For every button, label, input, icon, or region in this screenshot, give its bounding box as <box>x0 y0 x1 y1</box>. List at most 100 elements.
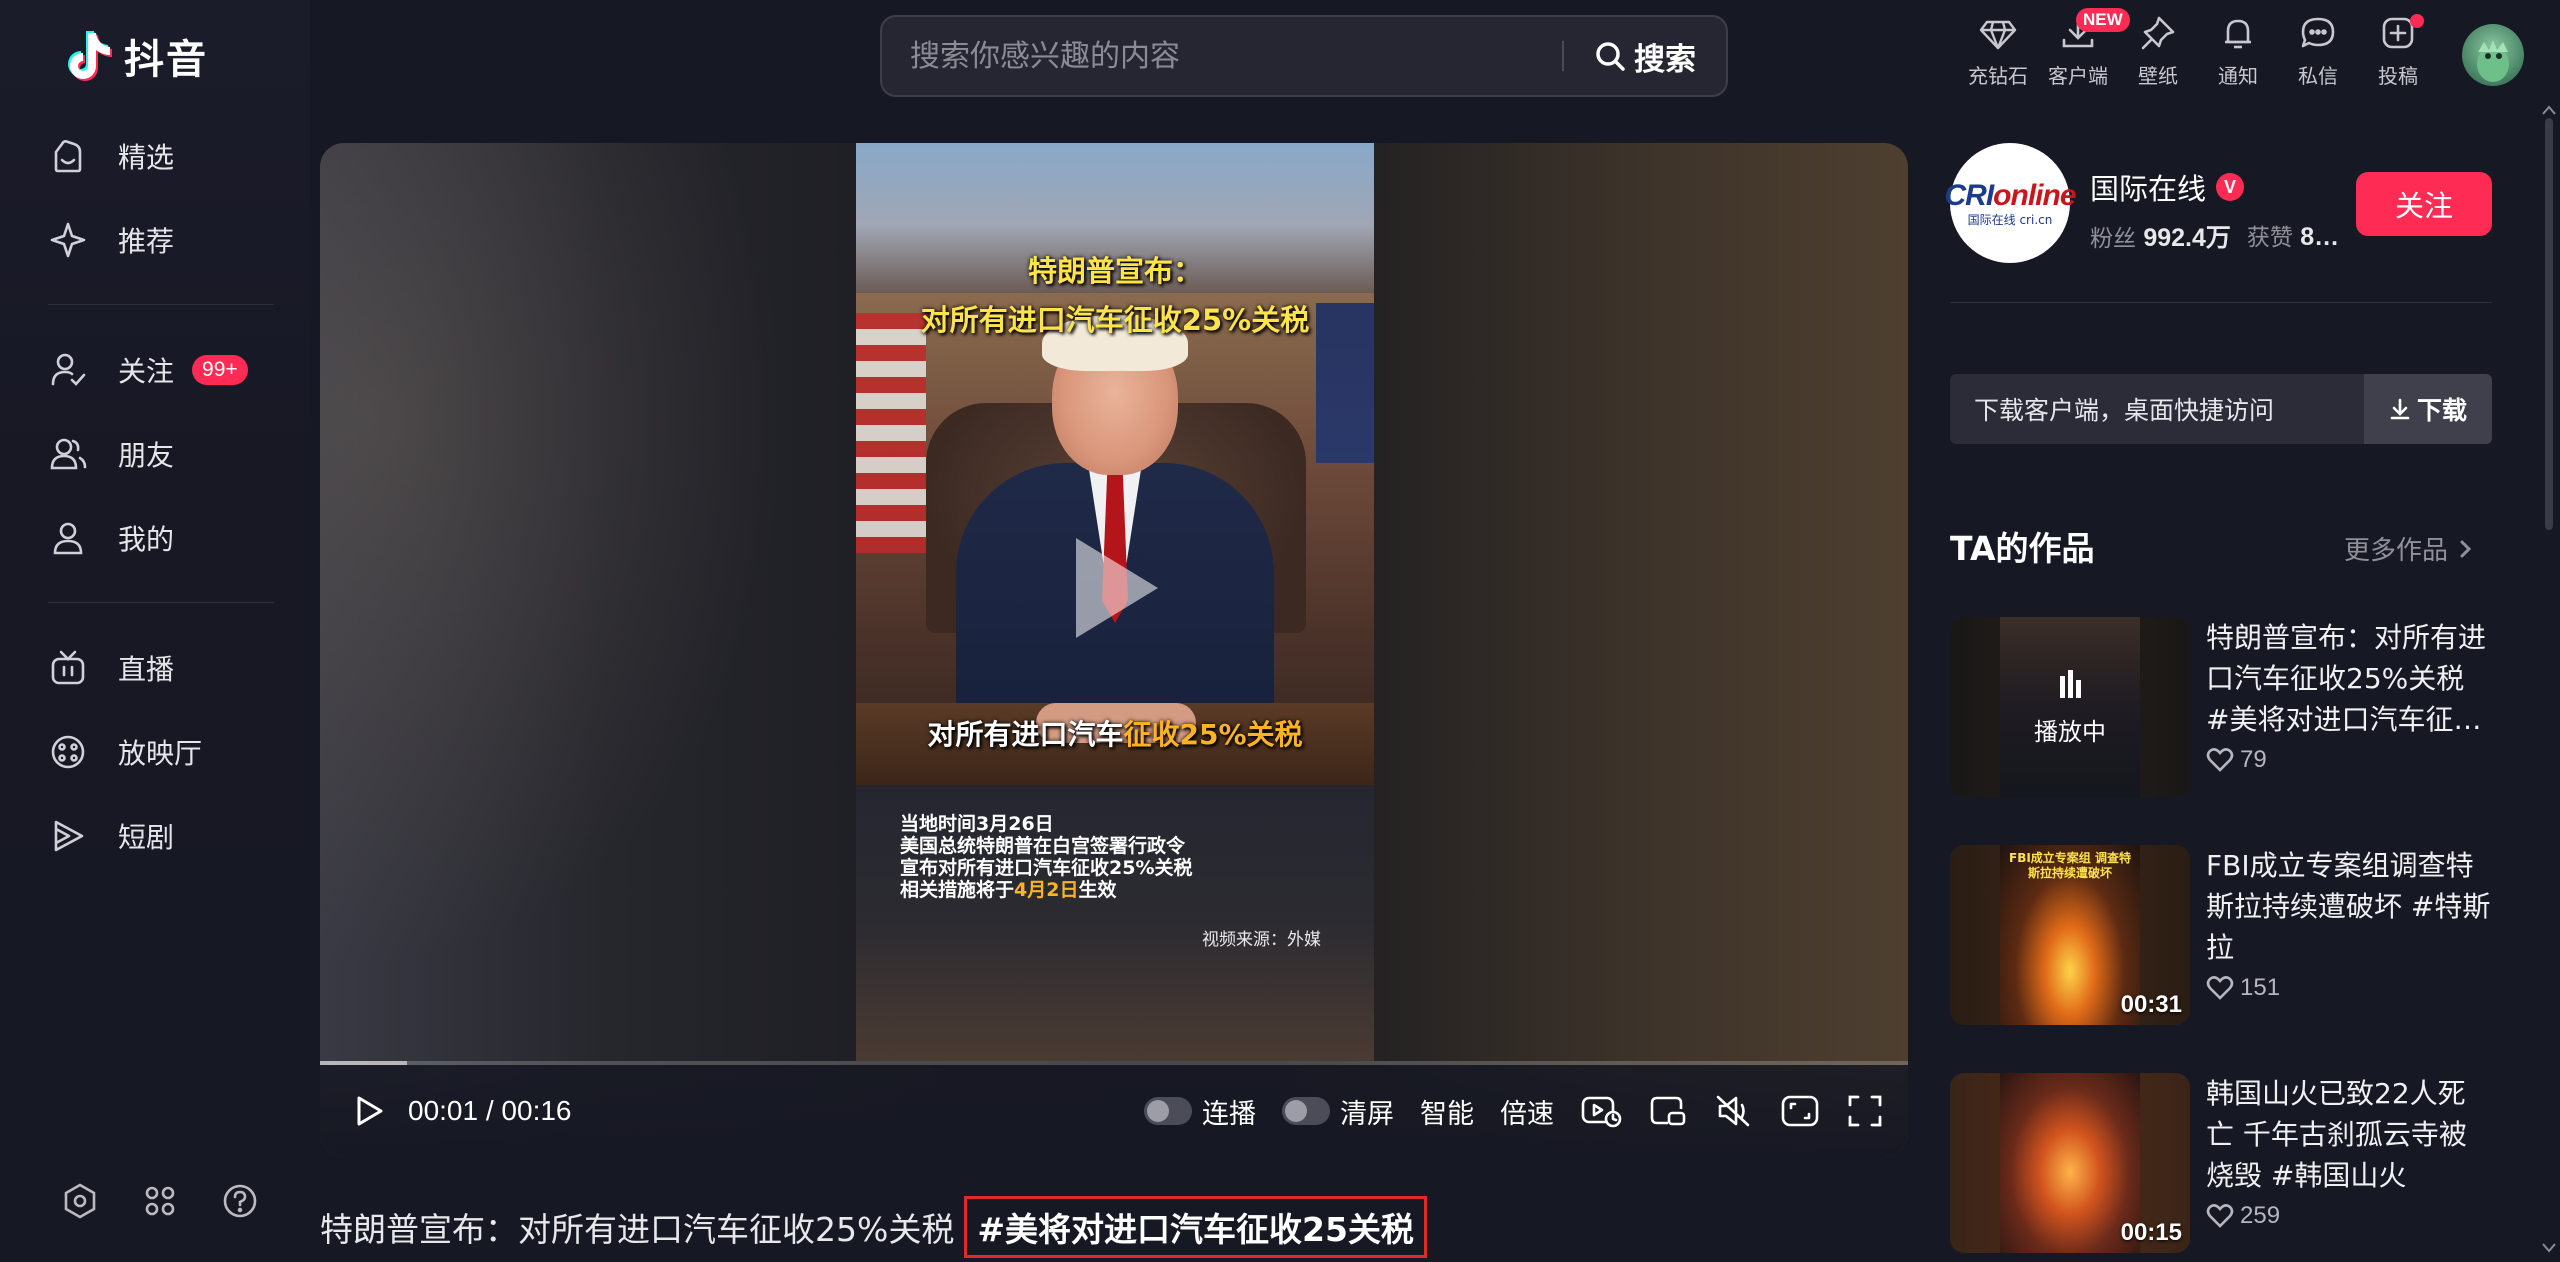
video-source: 视频来源：外媒 <box>1202 930 1321 950</box>
author-name[interactable]: 国际在线 V <box>2090 166 2245 208</box>
wallpaper-button[interactable]: 壁纸 <box>2118 14 2198 89</box>
sidebar-item-friends[interactable]: 朋友 <box>48 421 288 487</box>
sidebar-item-recommend[interactable]: 推荐 <box>48 207 288 273</box>
info-date: 4月2日 <box>1014 879 1079 901</box>
heart-icon <box>2206 976 2234 1000</box>
watch-later-button[interactable] <box>1580 1093 1622 1129</box>
search-button-label: 搜索 <box>1634 41 1696 78</box>
upload-button[interactable]: 投稿 <box>2358 14 2438 89</box>
video-overlay-title-2: 对所有进口汽车征收25%关税 <box>920 303 1310 337</box>
person-icon <box>53 522 83 555</box>
client-download-button[interactable]: NEW 客户端 <box>2038 8 2130 89</box>
likes-stat: 获赞 8… <box>2247 218 2339 254</box>
sidebar-item-cinema[interactable]: 放映厅 <box>48 719 288 785</box>
work-info: 韩国山火已致22人死亡 千年古刹孤云寺被烧毁 #韩国山火 259 <box>2206 1073 2492 1253</box>
info-line: 宣布对所有进口汽车征收25%关税 <box>900 857 1193 879</box>
toggle-switch <box>1282 1097 1330 1125</box>
autoplay-label: 连播 <box>1202 1098 1256 1130</box>
user-check-icon <box>51 353 86 386</box>
recharge-diamond-button[interactable]: 充钻石 <box>1958 14 2038 89</box>
scroll-up-arrow-icon[interactable] <box>2541 104 2557 116</box>
scroll-down-arrow-icon[interactable] <box>2541 1242 2557 1254</box>
film-reel-icon <box>51 735 85 769</box>
now-playing-label: 播放中 <box>2034 717 2106 746</box>
sidebar-item-short-drama[interactable]: 短剧 <box>48 803 288 869</box>
top-action-label: 壁纸 <box>2138 64 2178 88</box>
author-stats: 粉丝 992.4万 获赞 8… <box>2090 218 2339 254</box>
download-button-label: 下载 <box>2416 396 2467 425</box>
clear-screen-label: 清屏 <box>1340 1098 1394 1130</box>
sidebar-item-label: 关注 <box>118 355 175 388</box>
follow-button[interactable]: 关注 <box>2356 172 2492 236</box>
friends-icon <box>50 438 87 470</box>
mute-button[interactable] <box>1714 1093 1754 1129</box>
sidebar-item-live[interactable]: 直播 <box>48 635 288 701</box>
messages-button[interactable]: 私信 <box>2278 14 2358 89</box>
author-avatar[interactable]: CRIonline 国际在线 cri.cn <box>1945 143 2077 263</box>
work-item[interactable]: FBI成立专案组 调查特斯拉持续遭破坏 00:31 FBI成立专案组调查特斯拉持… <box>1950 845 2492 1025</box>
page-scrollbar-thumb[interactable] <box>2545 118 2553 530</box>
clear-screen-toggle[interactable]: 清屏 <box>1282 1092 1394 1131</box>
current-time: 00:01 <box>408 1095 479 1126</box>
info-line: 美国总统特朗普在白宫签署行政令 <box>900 835 1186 857</box>
search-button[interactable]: 搜索 <box>1564 34 1726 79</box>
top-action-label: 投稿 <box>2378 64 2418 88</box>
sidebar <box>0 0 310 1262</box>
top-action-label: 充钻石 <box>1968 64 2028 88</box>
top-action-label: 客户端 <box>2048 64 2108 88</box>
notifications-button[interactable]: 通知 <box>2198 14 2278 89</box>
sidebar-divider <box>48 304 274 305</box>
work-thumbnail: 播放中 <box>1950 617 2190 797</box>
message-icon <box>2301 17 2335 48</box>
search-bar: 搜索 <box>880 15 1728 97</box>
speed-button[interactable]: 倍速 <box>1500 1092 1554 1131</box>
play-stack-icon <box>54 820 84 852</box>
apps-grid-icon[interactable] <box>140 1181 180 1221</box>
work-thumbnail: FBI成立专案组 调查特斯拉持续遭破坏 00:31 <box>1950 845 2190 1025</box>
work-thumbnail: 00:15 <box>1950 1073 2190 1253</box>
sidebar-item-me[interactable]: 我的 <box>48 505 288 571</box>
autoplay-toggle[interactable]: 连播 <box>1144 1092 1256 1131</box>
web-fullscreen-icon <box>1781 1095 1819 1127</box>
hashtag-link[interactable]: #美将对进口汽车征收25关税 <box>964 1196 1427 1258</box>
video-clock-icon <box>1581 1096 1622 1128</box>
thumb-caption: FBI成立专案组 调查特斯拉持续遭破坏 <box>2009 851 2131 880</box>
work-likes: 151 <box>2206 974 2492 1002</box>
sidebar-item-featured[interactable]: 精选 <box>48 123 288 189</box>
download-client-bar: 下载客户端，桌面快捷访问 下载 <box>1950 374 2492 444</box>
douyin-logo[interactable]: 抖音 <box>66 24 208 88</box>
sidebar-item-label: 我的 <box>118 523 175 556</box>
work-title: 特朗普宣布：对所有进口汽车征收25%关税 #美将对进口汽车征收… <box>2206 621 2487 736</box>
smart-button[interactable]: 智能 <box>1420 1092 1474 1131</box>
more-works-link[interactable]: 更多作品 <box>2344 530 2474 567</box>
logo-text-cri: CRI <box>1944 178 1995 212</box>
logo-text-online: online <box>1993 178 2076 212</box>
help-icon[interactable] <box>220 1181 260 1221</box>
diamond-icon <box>1979 20 2017 50</box>
douyin-note-icon <box>68 31 112 81</box>
user-avatar[interactable] <box>2462 24 2524 86</box>
play-icon <box>357 1096 383 1126</box>
subtitle-plain: 对所有进口汽车 <box>927 718 1124 751</box>
picture-in-picture-icon <box>1650 1096 1686 1126</box>
download-arrow-icon <box>2390 398 2410 420</box>
search-input[interactable] <box>882 38 1562 74</box>
works-title: TA的作品 <box>1950 529 2095 568</box>
panel-divider <box>1950 302 2492 303</box>
work-item[interactable]: 播放中 特朗普宣布：对所有进口汽车征收25%关税 #美将对进口汽车征收… 79 <box>1950 617 2492 797</box>
fullscreen-button[interactable] <box>1846 1093 1884 1129</box>
avatar-dino-icon <box>2477 40 2509 82</box>
heart-icon <box>2206 748 2234 772</box>
web-fullscreen-button[interactable] <box>1780 1093 1820 1129</box>
play-button[interactable] <box>352 1094 386 1128</box>
sidebar-item-following[interactable]: 关注 99+ <box>48 337 288 403</box>
video-caption: 特朗普宣布：对所有进口汽车征收25%关税 #美将对进口汽车征收25关税 <box>320 1196 1427 1258</box>
mini-player-button[interactable] <box>1648 1093 1688 1129</box>
work-item[interactable]: 00:15 韩国山火已致22人死亡 千年古刹孤云寺被烧毁 #韩国山火 259 <box>1950 1073 2492 1253</box>
video-player[interactable]: 特朗普宣布： 对所有进口汽车征收25%关税 对所有进口汽车征收25%关税 当地时… <box>320 143 1908 1157</box>
settings-hexagon-icon[interactable] <box>60 1181 100 1221</box>
toggle-switch <box>1144 1097 1192 1125</box>
download-button[interactable]: 下载 <box>2364 374 2492 444</box>
work-likes: 79 <box>2206 746 2492 774</box>
play-overlay-icon[interactable] <box>1076 538 1158 638</box>
